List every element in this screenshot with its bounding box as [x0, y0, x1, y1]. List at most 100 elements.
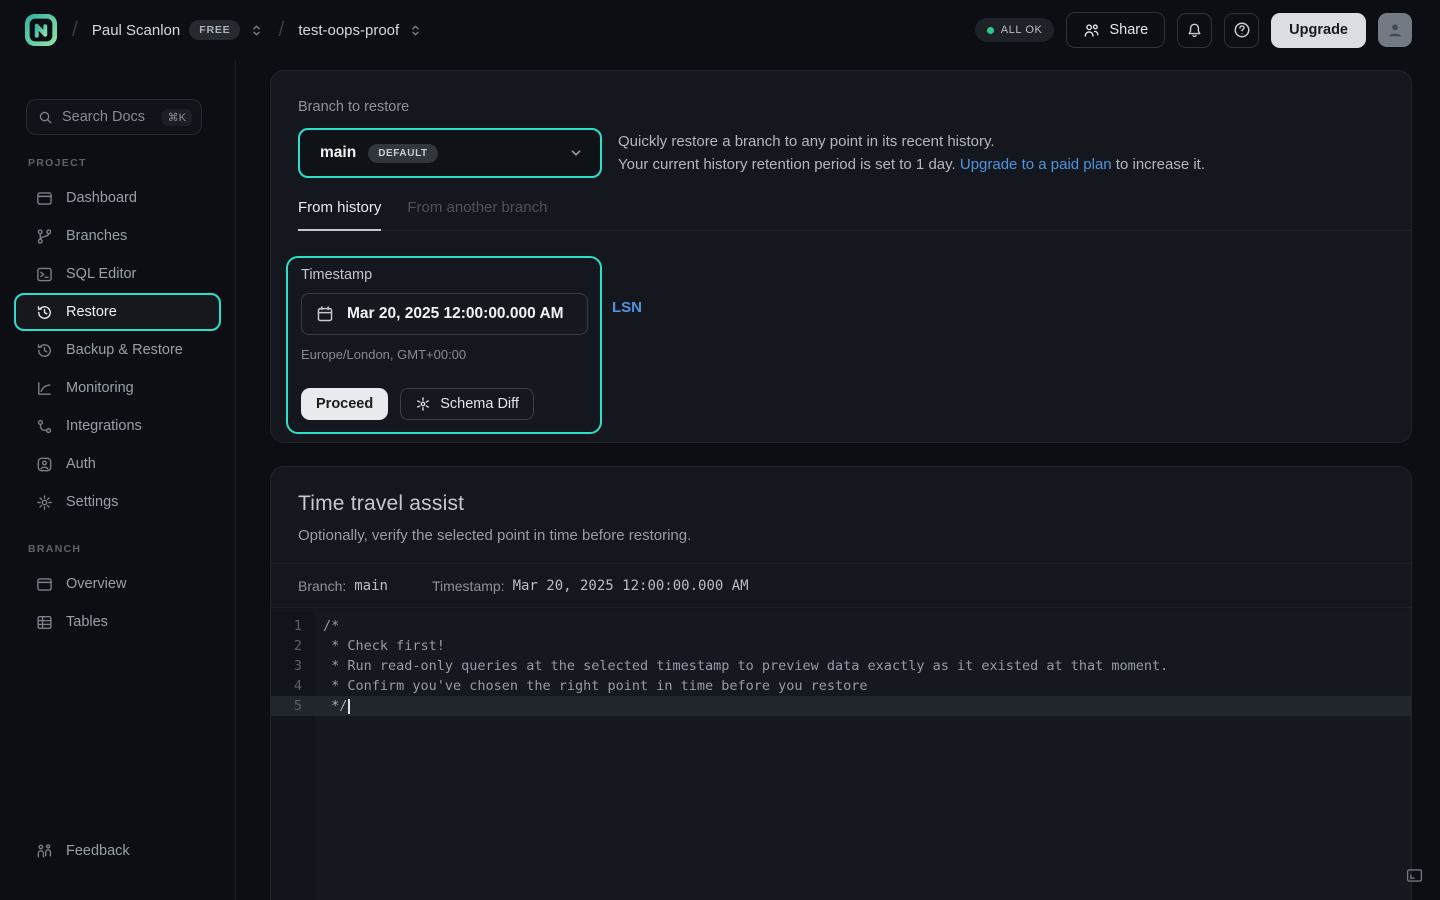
- tab-from-another-branch[interactable]: From another branch: [407, 199, 547, 230]
- integrations-icon: [36, 418, 53, 435]
- calendar-icon: [316, 305, 334, 323]
- timestamp-card: Timestamp Mar 20, 2025 12:00:00.000 AM E…: [286, 256, 602, 434]
- timestamp-input[interactable]: Mar 20, 2025 12:00:00.000 AM: [301, 293, 588, 335]
- sidebar-item-dashboard[interactable]: Dashboard: [0, 179, 235, 217]
- tab-from-history[interactable]: From history: [298, 199, 381, 231]
- branch-select[interactable]: main DEFAULT: [298, 128, 602, 178]
- sql-editor[interactable]: 1 /* 2 * Check first! 3 * Run read-only …: [271, 612, 1411, 900]
- feedback-people-icon: [36, 843, 53, 860]
- restore-description-line2: Your current history retention period is…: [618, 154, 1205, 177]
- search-icon: [38, 110, 53, 125]
- top-bar: / Paul Scanlon FREE / test-oops-proof AL…: [0, 0, 1440, 60]
- chevron-up-down-icon: [249, 23, 264, 38]
- editor-line: 2 * Check first!: [271, 636, 1411, 656]
- app-root: / Paul Scanlon FREE / test-oops-proof AL…: [0, 0, 1440, 900]
- person-icon: [1386, 21, 1404, 39]
- org-name: Paul Scanlon: [92, 22, 180, 39]
- monitoring-icon: [36, 380, 53, 397]
- search-docs-input[interactable]: Search Docs ⌘K: [26, 99, 202, 135]
- help-button[interactable]: [1224, 13, 1259, 48]
- timestamp-value: Mar 20, 2025 12:00:00.000 AM: [347, 305, 564, 323]
- restore-description: Quickly restore a branch to any point in…: [618, 128, 1205, 176]
- branches-icon: [36, 228, 53, 245]
- timestamp-key: Timestamp:: [432, 578, 505, 594]
- status-label: ALL OK: [1001, 24, 1043, 36]
- auth-icon: [36, 456, 53, 473]
- project-selector[interactable]: test-oops-proof: [298, 22, 423, 39]
- share-label: Share: [1109, 22, 1148, 38]
- sidebar-item-label: Feedback: [66, 843, 130, 859]
- timestamp-value: Mar 20, 2025 12:00:00.000 AM: [513, 578, 749, 594]
- branch-select-value: main: [320, 144, 356, 162]
- lsn-link[interactable]: LSN: [612, 299, 642, 316]
- branch-section-label: BRANCH: [28, 543, 235, 555]
- breadcrumb-divider: /: [278, 18, 284, 42]
- expand-icon[interactable]: [1403, 867, 1426, 884]
- schema-diff-label: Schema Diff: [440, 396, 519, 412]
- editor-line: 1 /*: [271, 616, 1411, 636]
- tables-icon: [36, 614, 53, 631]
- branch-to-restore-label: Branch to restore: [298, 99, 1384, 115]
- sidebar-item-label: SQL Editor: [66, 266, 136, 282]
- bell-icon: [1186, 22, 1203, 39]
- main-content: Branch to restore main DEFAULT Quickly r…: [236, 60, 1440, 900]
- sidebar-item-feedback[interactable]: Feedback: [0, 832, 235, 870]
- sidebar-item-branches[interactable]: Branches: [0, 217, 235, 255]
- sidebar-item-integrations[interactable]: Integrations: [0, 407, 235, 445]
- org-selector[interactable]: Paul Scanlon FREE: [92, 20, 265, 40]
- branch-nav: Overview Tables: [0, 565, 235, 641]
- upgrade-plan-link[interactable]: Upgrade to a paid plan: [960, 156, 1112, 173]
- restore-history-icon: [36, 304, 53, 321]
- search-placeholder: Search Docs: [62, 109, 145, 125]
- people-icon: [1083, 22, 1100, 39]
- time-travel-subtitle: Optionally, verify the selected point in…: [298, 527, 1384, 544]
- chevron-down-icon: [568, 145, 584, 161]
- schema-diff-button[interactable]: Schema Diff: [400, 388, 534, 420]
- question-circle-icon: [1233, 21, 1251, 39]
- settings-gear-icon: [36, 494, 53, 511]
- backup-restore-icon: [36, 342, 53, 359]
- sidebar-item-backup-restore[interactable]: Backup & Restore: [0, 331, 235, 369]
- neon-logo[interactable]: [24, 13, 58, 47]
- sidebar-item-auth[interactable]: Auth: [0, 445, 235, 483]
- sidebar-item-restore[interactable]: Restore: [14, 293, 221, 331]
- sidebar-item-label: Settings: [66, 494, 118, 510]
- proceed-button[interactable]: Proceed: [301, 388, 388, 420]
- editor-line: 4 * Confirm you've chosen the right poin…: [271, 676, 1411, 696]
- status-badge[interactable]: ALL OK: [975, 18, 1055, 42]
- branch-key: Branch:: [298, 578, 346, 594]
- org-plan-badge: FREE: [189, 20, 240, 40]
- sidebar-item-label: Backup & Restore: [66, 342, 183, 358]
- time-travel-panel: Time travel assist Optionally, verify th…: [270, 466, 1412, 900]
- timezone-label: Europe/London, GMT+00:00: [301, 347, 588, 362]
- overview-icon: [36, 576, 53, 593]
- sidebar-item-overview[interactable]: Overview: [0, 565, 235, 603]
- user-avatar[interactable]: [1378, 13, 1412, 47]
- sidebar-item-sql-editor[interactable]: SQL Editor: [0, 255, 235, 293]
- notifications-button[interactable]: [1177, 13, 1212, 48]
- sql-editor-icon: [36, 266, 53, 283]
- time-travel-title: Time travel assist: [298, 492, 1384, 516]
- editor-line-active: 5 */: [271, 696, 1411, 716]
- sidebar-item-settings[interactable]: Settings: [0, 483, 235, 521]
- sidebar-item-tables[interactable]: Tables: [0, 603, 235, 641]
- time-travel-meta: Branch: main Timestamp: Mar 20, 2025 12:…: [271, 563, 1411, 608]
- restore-panel: Branch to restore main DEFAULT Quickly r…: [270, 70, 1412, 443]
- sidebar-item-label: Branches: [66, 228, 127, 244]
- schema-diff-icon: [415, 396, 431, 412]
- project-section-label: PROJECT: [28, 157, 235, 169]
- sidebar-item-label: Restore: [66, 304, 117, 320]
- editor-line: 3 * Run read-only queries at the selecte…: [271, 656, 1411, 676]
- dashboard-icon: [36, 190, 53, 207]
- text-cursor: [348, 699, 350, 714]
- share-button[interactable]: Share: [1066, 12, 1165, 48]
- sidebar-item-label: Integrations: [66, 418, 142, 434]
- project-name: test-oops-proof: [298, 22, 399, 39]
- upgrade-button[interactable]: Upgrade: [1271, 13, 1366, 48]
- sidebar-item-label: Monitoring: [66, 380, 134, 396]
- status-dot-icon: [987, 27, 994, 34]
- chevron-up-down-icon: [408, 23, 423, 38]
- sidebar-item-monitoring[interactable]: Monitoring: [0, 369, 235, 407]
- sidebar: Search Docs ⌘K PROJECT Dashboard Branche…: [0, 60, 236, 900]
- restore-tabs: From history From another branch: [298, 199, 1411, 231]
